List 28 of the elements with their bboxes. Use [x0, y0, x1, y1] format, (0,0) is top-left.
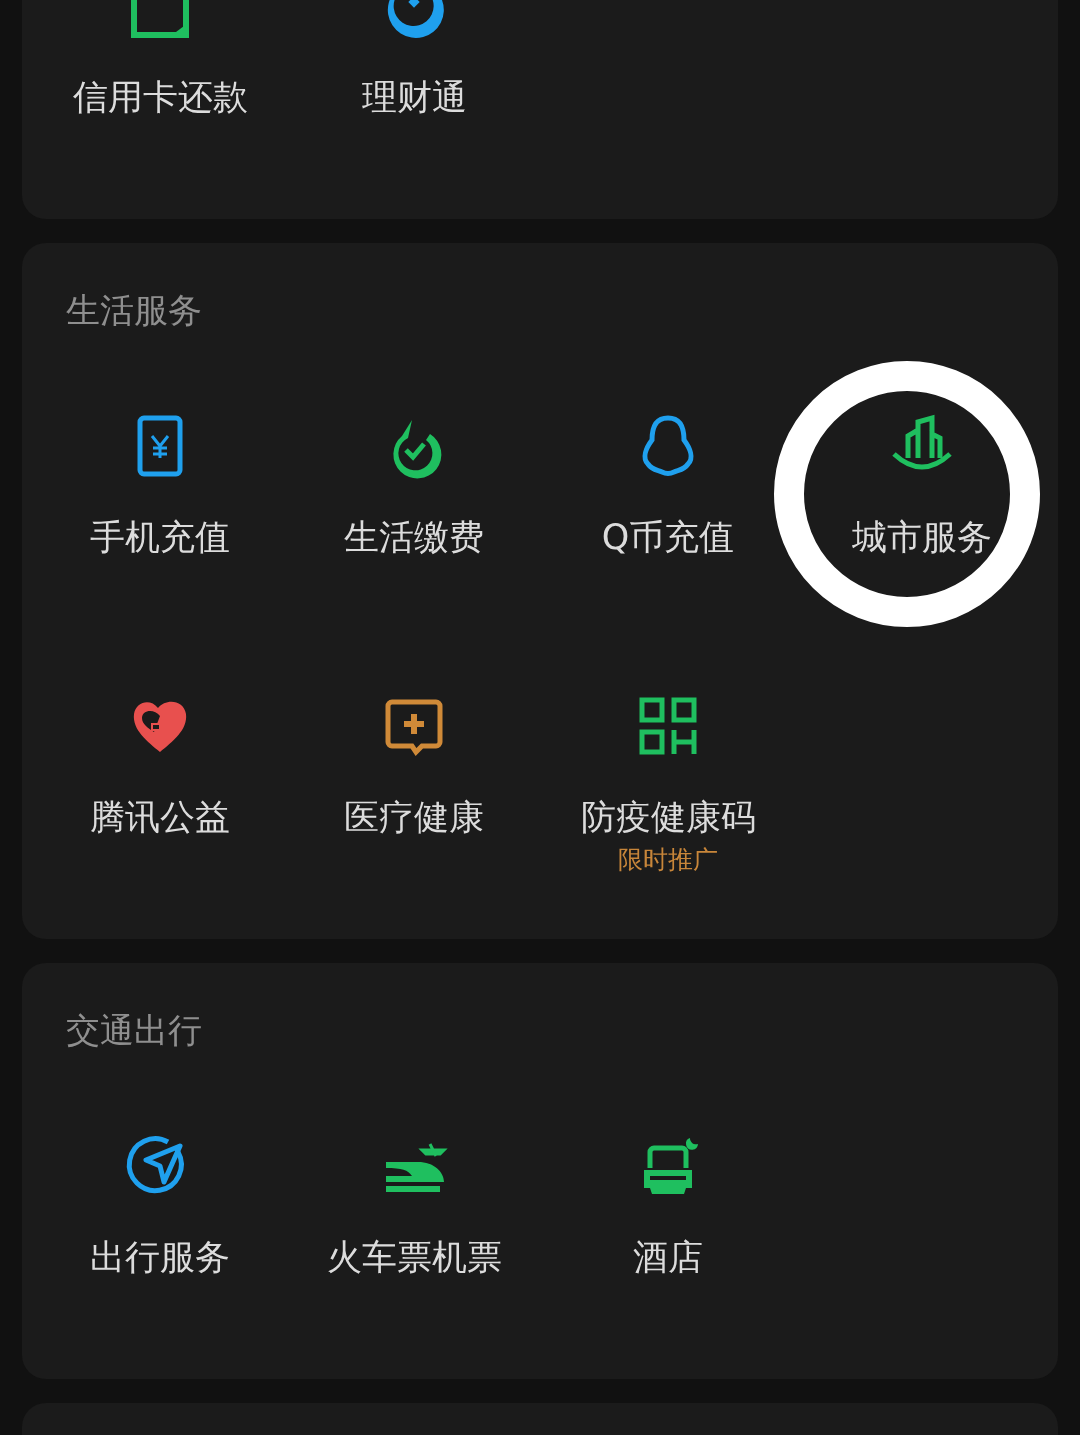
service-item[interactable]: 防疫健康码 限时推广 — [541, 694, 795, 879]
promo-label: 限时推广 — [618, 844, 718, 876]
card-icon — [128, 0, 192, 38]
service-item[interactable]: 出行服务 — [33, 1134, 287, 1319]
service-label: 火车票机票 — [326, 1236, 502, 1279]
service-label: 腾讯公益 — [90, 796, 230, 839]
service-item[interactable]: 酒店 — [541, 1134, 795, 1319]
service-item[interactable]: 医疗健康 — [287, 694, 541, 879]
service-item[interactable]: 生活缴费 — [287, 414, 541, 599]
service-label: 信用卡还款 — [72, 76, 248, 119]
service-item[interactable]: 信用卡还款 — [33, 0, 287, 159]
service-label: 手机充值 — [90, 516, 230, 559]
service-label: Q币充值 — [601, 516, 735, 559]
service-item[interactable]: 火车票机票 — [287, 1134, 541, 1319]
service-item[interactable]: 腾讯公益 — [33, 694, 287, 879]
service-label: 理财通 — [361, 76, 467, 119]
service-item[interactable]: 手机充值 — [33, 414, 287, 599]
section-title: 生活服务 — [65, 289, 203, 332]
service-label: 酒店 — [633, 1236, 703, 1279]
service-item[interactable]: Q币充值 — [541, 414, 795, 599]
service-item[interactable]: 城市服务 — [795, 414, 1049, 599]
section-title: 交通出行 — [65, 1009, 203, 1052]
service-label: 防疫健康码 — [580, 796, 756, 839]
service-label: 医疗健康 — [344, 796, 484, 839]
service-item[interactable]: 理财通 — [287, 0, 541, 159]
service-label: 生活缴费 — [344, 516, 484, 559]
service-label: 出行服务 — [90, 1236, 230, 1279]
service-label: 城市服务 — [852, 516, 992, 559]
